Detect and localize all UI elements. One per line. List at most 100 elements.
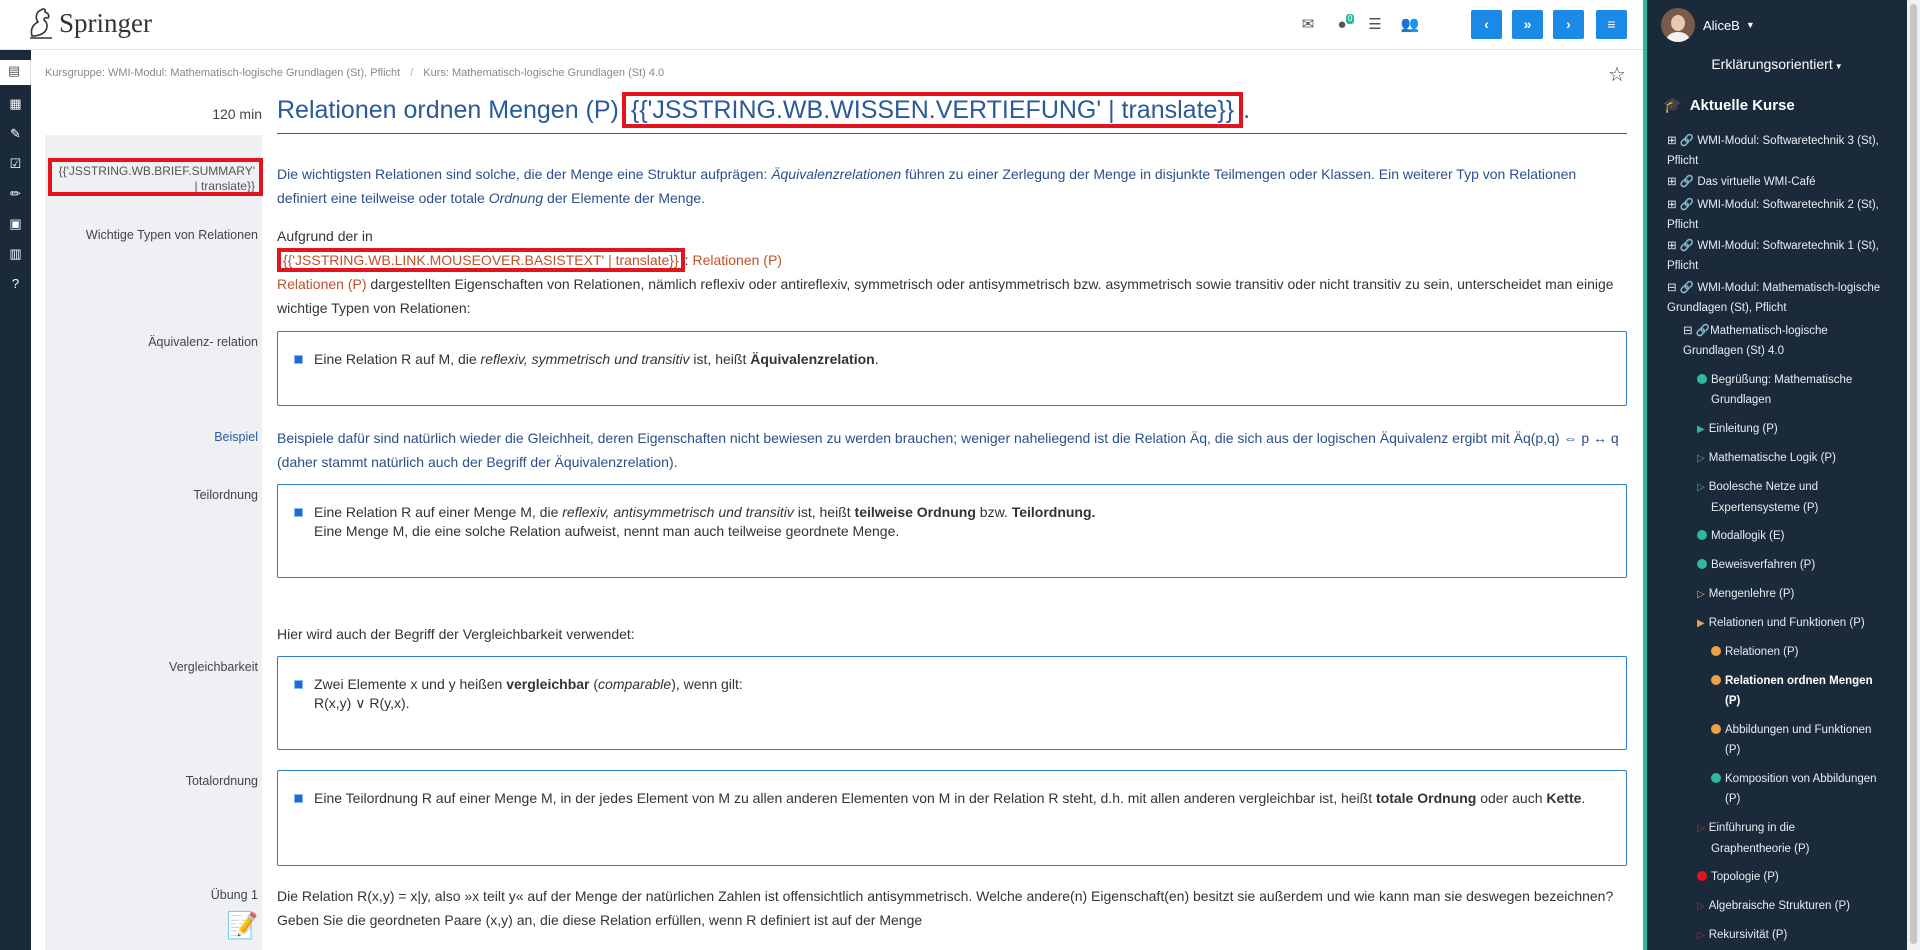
vergl-text-b: ( — [589, 676, 599, 692]
breadcrumb-course-group[interactable]: Kursgruppe: WMI-Modul: Mathematisch-logi… — [45, 67, 400, 79]
vergl-line-2: R(x,y) ∨ R(y,x). — [314, 695, 410, 711]
next-button[interactable]: › — [1553, 10, 1584, 39]
status-dot-icon — [1711, 646, 1721, 656]
lesson-label: Komposition von Abbildungen — [1725, 773, 1877, 785]
course-math-logik-module[interactable]: ⊟ 🔗 WMI-Modul: Mathematisch-logische Grun… — [1667, 278, 1880, 318]
course-softwaretechnik-1[interactable]: ⊞ 🔗 WMI-Modul: Softwaretechnik 1 (St), Pf… — [1667, 236, 1879, 276]
lesson-label: (P) — [1725, 793, 1741, 805]
course-softwaretechnik-2[interactable]: ⊞ 🔗 WMI-Modul: Softwaretechnik 2 (St), Pf… — [1667, 195, 1879, 235]
mode-dropdown[interactable]: Erklärungsorientiert ▼ — [1647, 56, 1907, 72]
bullet-square-icon — [294, 794, 303, 803]
book-icon[interactable]: ▥ — [6, 244, 25, 263]
play-outline-icon: ▷ — [1697, 930, 1705, 941]
vergl-strong: vergleichbar — [506, 676, 590, 692]
status-dot-icon — [1697, 559, 1707, 569]
expand-down-button[interactable]: » — [1512, 10, 1543, 39]
title-placeholder: {{'JSSTRING.WB.WISSEN.VERTIEFUNG' | tran… — [621, 92, 1244, 128]
lesson-label: Modallogik (E) — [1711, 530, 1785, 542]
lesson-algebraische-strukturen[interactable]: ▷ Algebraische Strukturen (P) — [1697, 896, 1850, 917]
lesson-label: Relationen und Funktionen (P) — [1708, 617, 1865, 629]
teil-strong-1: teilweise Ordnung — [854, 504, 976, 520]
avatar — [1661, 8, 1695, 42]
sublesson-abbildungen[interactable]: Abbildungen und Funktionen (P) — [1711, 720, 1871, 760]
play-outline-icon: ▷ — [1697, 482, 1705, 493]
link-relationen-2[interactable]: Relationen (P) — [277, 276, 367, 292]
springer-logo[interactable]: Springer — [26, 6, 152, 40]
course-wmi-cafe[interactable]: ⊞ 🔗 Das virtuelle WMI-Café — [1667, 172, 1816, 192]
definition-totalordnung: Eine Teilordnung R auf einer Menge M, in… — [277, 770, 1627, 866]
aeq-text-a: Eine Relation R auf M, die — [314, 351, 481, 367]
breadcrumb-course[interactable]: Kurs: Mathematisch-logische Grundlagen (… — [423, 67, 664, 79]
label-column — [45, 135, 262, 950]
types-paragraph: Aufgrund der in {{'JSSTRING.WB.LINK.MOUS… — [277, 224, 1627, 320]
sublesson-relationen-ordnen-mengen[interactable]: Relationen ordnen Mengen (P) — [1711, 671, 1873, 711]
course-softwaretechnik-3[interactable]: ⊞ 🔗 WMI-Modul: Softwaretechnik 3 (St), Pf… — [1667, 131, 1879, 171]
course-math-logik-40[interactable]: ⊟ 🔗Mathematisch-logische Grundlagen (St) … — [1683, 321, 1828, 361]
status-dot-icon — [1697, 871, 1707, 881]
sublesson-komposition[interactable]: Komposition von Abbildungen (P) — [1711, 769, 1877, 809]
group-icon[interactable]: 👥 — [1400, 16, 1420, 34]
list-icon[interactable]: ☰ — [1365, 16, 1385, 34]
lesson-label: Einführung in die — [1708, 822, 1796, 834]
lesson-label: Relationen (P) — [1725, 646, 1799, 658]
sublesson-relationen[interactable]: Relationen (P) — [1711, 642, 1799, 662]
lesson-label: Topologie (P) — [1711, 871, 1779, 883]
username: AliceB — [1703, 17, 1740, 33]
label-teilordnung: Teilordnung — [193, 488, 258, 502]
intro-paragraph: Die wichtigsten Relationen sind solche, … — [277, 162, 1627, 210]
edit-note-icon[interactable]: ✎ — [6, 124, 25, 143]
glossary-icon[interactable]: ▣ — [6, 214, 25, 233]
intro-em-aequivalenz: Äquivalenzrelationen — [771, 166, 902, 182]
lesson-label: Expertensysteme (P) — [1711, 502, 1819, 514]
intro-text-a: Die wichtigsten Relationen sind solche, … — [277, 166, 772, 182]
lesson-relationen-funktionen[interactable]: ▶ Relationen und Funktionen (P) — [1697, 613, 1865, 634]
lesson-math-logik[interactable]: ▷ Mathematische Logik (P) — [1697, 448, 1836, 469]
lesson-topologie[interactable]: Topologie (P) — [1697, 867, 1779, 887]
teil-text-c: bzw. — [975, 504, 1012, 520]
mail-icon[interactable]: ✉ — [1298, 16, 1318, 34]
lesson-einleitung[interactable]: ▶ Einleitung (P) — [1697, 419, 1778, 440]
lesson-modallogik[interactable]: Modallogik (E) — [1697, 526, 1785, 546]
bullet-square-icon — [294, 355, 303, 364]
lesson-mengenlehre[interactable]: ▷ Mengenlehre (P) — [1697, 584, 1794, 605]
play-outline-icon: ▷ — [1697, 589, 1705, 600]
aeq-text-c: . — [874, 351, 879, 367]
link-placeholder[interactable]: {{'JSSTRING.WB.LINK.MOUSEOVER.BASISTEXT'… — [277, 248, 685, 272]
help-icon[interactable]: ? — [6, 274, 25, 293]
link-relationen[interactable]: Relationen (P) — [692, 252, 782, 268]
title-rule — [277, 133, 1627, 134]
aeq-text-b: ist, heißt — [689, 351, 751, 367]
link-colon: : — [684, 252, 689, 268]
definition-aequivalenz: Eine Relation R auf M, die reflexiv, sym… — [277, 331, 1627, 406]
page-scrollbar[interactable] — [1907, 0, 1920, 950]
course-label: ⊞ 🔗 WMI-Modul: Softwaretechnik 2 (St), — [1667, 199, 1879, 211]
total-strong-1: totale Ordnung — [1376, 790, 1477, 806]
exercise-notepad-icon[interactable]: 📝 — [226, 910, 258, 941]
checklist-icon[interactable]: ☑ — [6, 154, 25, 173]
pencil-icon[interactable]: ✏ — [6, 184, 25, 203]
springer-horse-icon — [30, 8, 52, 39]
caret-down-icon: ▼ — [1745, 20, 1755, 30]
teil-line-2: Eine Menge M, die eine solche Relation a… — [314, 523, 900, 539]
lesson-begruessung[interactable]: Begrüßung: Mathematische Grundlagen — [1697, 370, 1852, 410]
lesson-boolesche-netze[interactable]: ▷ Boolesche Netze und Expertensysteme (P) — [1697, 477, 1818, 518]
scrollbar-thumb[interactable] — [1910, 4, 1917, 944]
menu-button[interactable]: ≡ — [1596, 10, 1627, 39]
page-title: Relationen ordnen Mengen (P) {{'JSSTRING.… — [277, 92, 1250, 128]
teil-text-a: Eine Relation R auf einer Menge M, die — [314, 504, 563, 520]
previous-button[interactable]: ‹ — [1471, 10, 1502, 39]
intro-text-c: der Elemente der Menge. — [543, 190, 706, 206]
bookmark-star-icon[interactable]: ☆ — [1608, 62, 1626, 87]
courses-heading: 🎓 Aktuelle Kurse — [1663, 96, 1795, 114]
total-strong-2: Kette — [1546, 790, 1582, 806]
lesson-beweisverfahren[interactable]: Beweisverfahren (P) — [1697, 555, 1815, 575]
user-menu[interactable]: AliceB ▼ — [1661, 8, 1755, 42]
summary-placeholder: {{'JSSTRING.WB.BRIEF.SUMMARY' | translat… — [48, 158, 263, 196]
lesson-graphentheorie[interactable]: ▷ Einführung in die Graphentheorie (P) — [1697, 818, 1809, 859]
course-label: ⊞ 🔗 WMI-Modul: Softwaretechnik 1 (St), — [1667, 240, 1879, 252]
traffic-light-icon[interactable]: ▦ — [6, 94, 25, 113]
lesson-label: (P) — [1725, 695, 1741, 707]
document-tab[interactable]: ▤ — [0, 60, 31, 85]
lesson-rekursivitaet[interactable]: ▷ Rekursivität (P) — [1697, 925, 1787, 946]
types-prefix: Aufgrund der in — [277, 228, 373, 244]
